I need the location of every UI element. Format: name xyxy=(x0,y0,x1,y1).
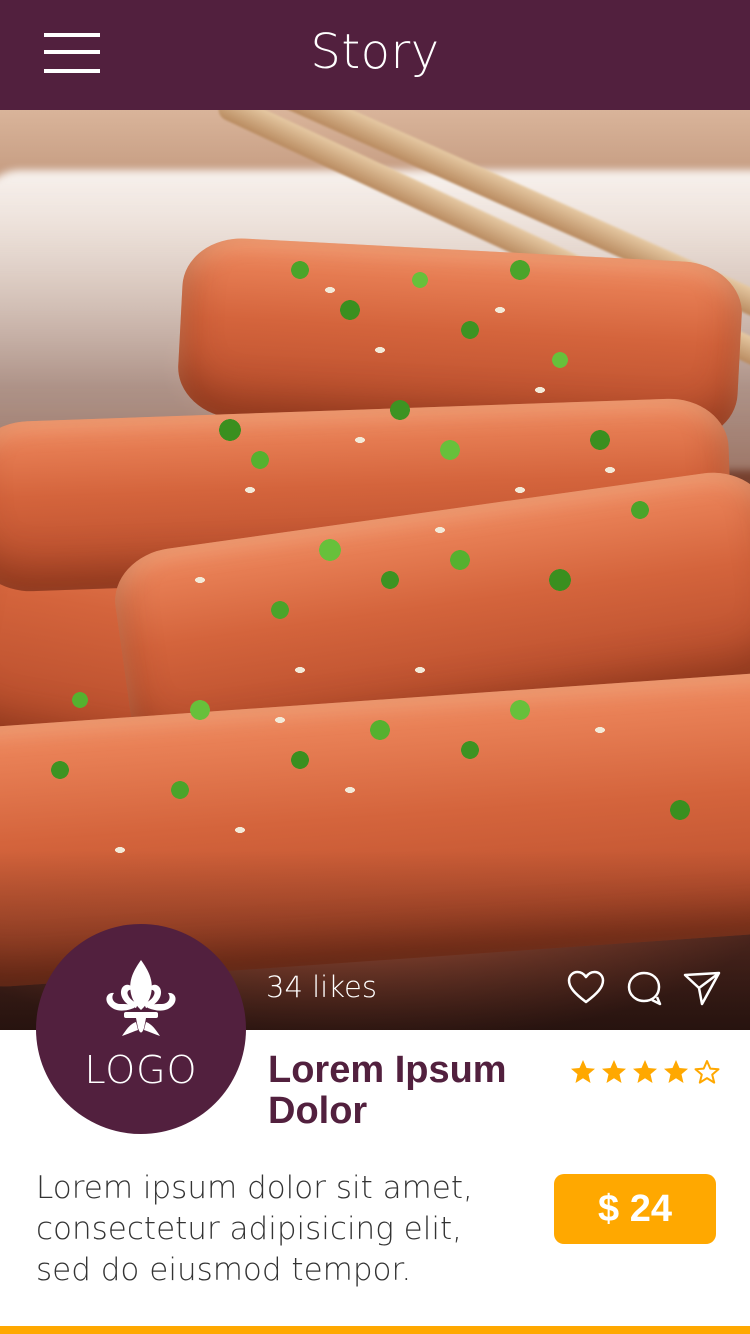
star-rating[interactable] xyxy=(568,1057,720,1087)
brand-logo[interactable]: LOGO xyxy=(36,924,246,1134)
star-filled-icon[interactable] xyxy=(661,1057,691,1087)
food-photo xyxy=(0,110,750,1030)
post-description: Lorem ipsum dolor sit amet, consectetur … xyxy=(36,1170,473,1288)
app-header: Story xyxy=(0,0,750,110)
star-filled-icon[interactable] xyxy=(599,1057,629,1087)
logo-label: LOGO xyxy=(84,1048,198,1092)
star-filled-icon[interactable] xyxy=(568,1057,598,1087)
heart-icon[interactable] xyxy=(566,968,606,1008)
star-filled-icon[interactable] xyxy=(630,1057,660,1087)
likes-count: 34 likes xyxy=(266,970,377,1004)
story-screen: Story 34 likes LOGO Lorem Ipsum Dolor Lo… xyxy=(0,0,750,1334)
comment-bubble-icon[interactable] xyxy=(624,968,664,1008)
send-icon[interactable] xyxy=(682,968,722,1008)
price-button[interactable]: $ 24 xyxy=(554,1174,716,1244)
star-outline-icon[interactable] xyxy=(692,1057,722,1087)
post-title: Lorem Ipsum Dolor xyxy=(268,1049,507,1132)
bottom-accent-bar xyxy=(0,1326,750,1334)
page-title: Story xyxy=(310,24,440,80)
fleur-de-lis-icon xyxy=(96,958,186,1044)
